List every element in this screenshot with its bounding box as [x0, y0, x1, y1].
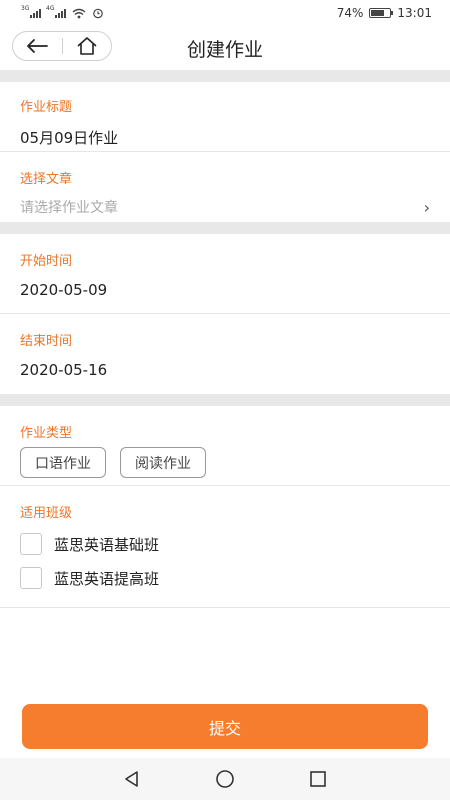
- nav-pill: [12, 31, 112, 61]
- status-bar: 3G 4G 74% 13:01: [0, 0, 450, 26]
- homework-type-label: 作业类型: [20, 426, 73, 441]
- battery-percent: 74%: [336, 6, 364, 20]
- triangle-back-icon: [124, 771, 138, 787]
- chevron-right-icon: ›: [423, 197, 430, 217]
- homework-type-field: 作业类型 口语作业 阅读作业: [0, 406, 450, 486]
- start-time-value: 2020-05-09: [20, 281, 108, 299]
- section-divider: [0, 394, 450, 406]
- article-field[interactable]: 选择文章 请选择作业文章 ›: [0, 152, 450, 222]
- page-title: 创建作业: [186, 38, 263, 61]
- alarm-icon: [93, 8, 103, 19]
- title-field[interactable]: 作业标题 05月09日作业: [0, 82, 450, 152]
- signal-icon: 4G: [46, 5, 66, 18]
- submit-button[interactable]: 提交: [22, 704, 428, 749]
- back-arrow-icon: [27, 39, 49, 53]
- class-option[interactable]: 蓝思英语提高班: [20, 567, 430, 589]
- article-label: 选择文章: [20, 172, 73, 187]
- signal-icon: 3G: [21, 5, 41, 18]
- status-right: 74% 13:01: [337, 6, 432, 20]
- network-type-label: 3G: [21, 5, 30, 12]
- start-time-field[interactable]: 开始时间 2020-05-09: [0, 234, 450, 314]
- title-value: 05月09日作业: [20, 129, 119, 147]
- section-divider: [0, 222, 450, 234]
- system-recents-button[interactable]: [303, 764, 333, 794]
- wifi-icon: [72, 8, 86, 18]
- battery-icon: [369, 8, 394, 18]
- class-label: 适用班级: [20, 506, 73, 521]
- network-type-label: 4G: [46, 5, 55, 12]
- back-button[interactable]: [13, 32, 62, 60]
- system-navigation-bar: [0, 758, 450, 800]
- start-time-label: 开始时间: [20, 254, 73, 269]
- system-back-button[interactable]: [117, 764, 147, 794]
- class-option-label: 蓝思英语基础班: [54, 535, 160, 554]
- header: 创建作业: [0, 26, 450, 70]
- class-option[interactable]: 蓝思英语基础班: [20, 533, 430, 555]
- square-recents-icon: [310, 771, 327, 787]
- home-button[interactable]: [63, 32, 112, 60]
- create-homework-screen: 3G 4G 74% 13:01 创建作业 作业标题 05月09日作业 选择文章 …: [0, 0, 450, 800]
- homework-form: 作业标题 05月09日作业 选择文章 请选择作业文章 › 开始时间 2020-0…: [0, 82, 450, 608]
- system-home-button[interactable]: [210, 764, 240, 794]
- class-checkbox[interactable]: [20, 567, 42, 589]
- article-placeholder: 请选择作业文章: [20, 200, 118, 216]
- class-checkbox[interactable]: [20, 533, 42, 555]
- clock: 13:01: [397, 6, 432, 20]
- home-icon: [77, 37, 97, 55]
- end-time-value: 2020-05-16: [20, 361, 108, 379]
- title-label: 作业标题: [20, 100, 73, 115]
- status-left: 3G 4G: [21, 5, 104, 19]
- type-option-reading[interactable]: 阅读作业: [120, 447, 206, 478]
- homework-type-options: 口语作业 阅读作业: [20, 447, 430, 478]
- section-divider: [0, 70, 450, 82]
- class-field: 适用班级 蓝思英语基础班 蓝思英语提高班: [0, 486, 450, 608]
- type-option-speaking[interactable]: 口语作业: [20, 447, 106, 478]
- circle-home-icon: [216, 770, 234, 788]
- end-time-field[interactable]: 结束时间 2020-05-16: [0, 314, 450, 394]
- end-time-label: 结束时间: [20, 334, 73, 349]
- class-option-label: 蓝思英语提高班: [54, 569, 160, 588]
